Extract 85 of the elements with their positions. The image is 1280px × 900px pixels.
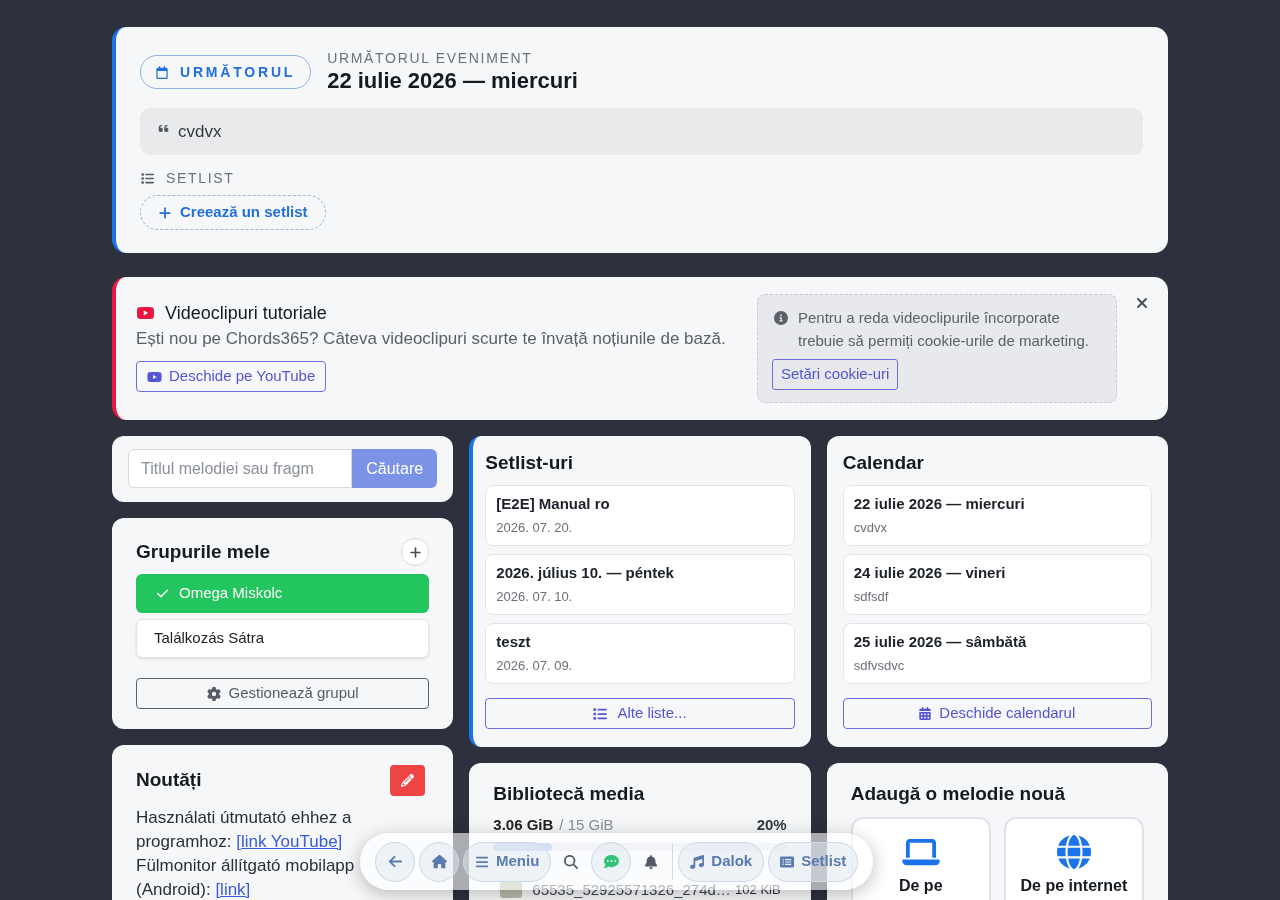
news-paragraph: Használati útmutató ehhez a programhoz: [link YouTube] <box>136 807 353 853</box>
cookie-settings-button[interactable]: Setări cookie-uri <box>772 359 899 390</box>
source-label: De pe <box>898 876 943 896</box>
event-item[interactable]: 22 iulie 2026 — miercuri cvdvx <box>842 485 1152 546</box>
search-icon <box>564 854 579 869</box>
edit-button[interactable] <box>390 765 426 796</box>
file-name: 65535_52925571326_274d… <box>532 881 731 898</box>
calendar-icon <box>156 65 168 79</box>
source-tile[interactable]: De pe <box>850 817 991 900</box>
arrow-left-icon <box>387 854 403 869</box>
setlist-item[interactable]: teszt 2026. 07. 09. <box>485 623 795 684</box>
setlist-date: 2026. 07. 20. <box>496 519 574 537</box>
storage-used: 3.06 GiB <box>493 816 554 834</box>
plus-icon <box>408 545 422 559</box>
video-play-icon <box>136 305 155 321</box>
home-button[interactable] <box>419 841 459 882</box>
cookie-notice-text: Pentru a reda videoclipurile încorporate trebuie să permiți cookie-urile de marketing. <box>798 308 1090 351</box>
setlist-item[interactable]: 2026. július 10. — péntek 2026. 07. 10. <box>485 554 795 615</box>
open-youtube-button[interactable]: Deschide pe YouTube <box>136 361 327 392</box>
file-size: 102 KiB <box>735 881 781 898</box>
event-date: 25 iulie 2026 — sâmbătă <box>853 632 1028 652</box>
globe-icon <box>1056 835 1091 869</box>
list-icon <box>141 171 154 185</box>
manage-group-button[interactable]: Gestionează grupul <box>136 678 430 709</box>
more-lists-button[interactable]: Alte liste... <box>485 698 795 729</box>
status-label: URMĂTORUL <box>180 62 296 82</box>
group-item[interactable]: Találkozás Sátra <box>136 619 430 658</box>
news-paragraph: Fülmonitor állítgató mobilapp (Android): [link] <box>136 855 356 900</box>
setlist-name: 2026. július 10. — péntek <box>496 563 675 583</box>
settings-icon <box>206 686 221 701</box>
pencil-icon <box>401 774 415 787</box>
close-icon <box>1135 295 1149 311</box>
info-icon <box>774 311 788 325</box>
event-item[interactable]: 24 iulie 2026 — vineri sdfsdf <box>842 554 1152 615</box>
quote-icon <box>157 123 170 134</box>
video-play-icon <box>147 369 162 384</box>
groups-title: Grupurile mele <box>136 539 271 564</box>
open-calendar-button[interactable]: Deschide calendarul <box>842 698 1152 729</box>
setlist-date: 2026. 07. 10. <box>496 588 574 606</box>
storage-total: / 15 GiB <box>559 816 614 834</box>
event-date: 24 iulie 2026 — vineri <box>853 563 1007 583</box>
setlist-name: [E2E] Manual ro <box>496 494 611 514</box>
tutorial-title: Videoclipuri tutoriale <box>165 301 327 325</box>
calendar-icon <box>919 707 932 720</box>
bell-icon <box>644 854 659 869</box>
chat-bubble-icon <box>603 854 619 869</box>
section-label: SETLIST <box>166 168 235 188</box>
laptop-icon <box>901 837 940 867</box>
media-title: Bibliotecă media <box>493 782 646 806</box>
music-note-icon <box>690 854 705 869</box>
event-note: cvdvx <box>853 519 888 537</box>
close-button[interactable] <box>1134 295 1150 311</box>
setlist-button[interactable]: Setlist <box>768 841 859 882</box>
add-song-title: Adaugă o melodie nouă <box>850 782 1066 806</box>
event-item[interactable]: 25 iulie 2026 — sâmbătă sdfvsdvc <box>842 623 1152 684</box>
event-caption: URMĂTORUL EVENIMENT <box>327 49 534 67</box>
search-field[interactable]: Titlul melodiei sau fragm <box>128 449 352 488</box>
event-title: 22 iulie 2026 — miercuri <box>327 67 578 95</box>
search-button[interactable]: Căutare <box>352 449 438 488</box>
thumbnail-placeholder <box>500 881 523 898</box>
home-icon <box>431 854 447 869</box>
news-link[interactable]: [link YouTube] <box>236 832 343 851</box>
event-note: cvdvx <box>178 120 222 143</box>
source-tile[interactable]: De pe internet <box>1003 817 1144 900</box>
event-date: 22 iulie 2026 — miercuri <box>853 494 1026 514</box>
source-label: De pe internet <box>1020 876 1128 896</box>
songs-button[interactable]: Dalok <box>678 841 765 882</box>
list-icon <box>780 854 795 869</box>
tutorial-description: Ești nou pe Chords365? Câteva videoclipuri scurte te învață noțiunile de bază. <box>136 328 726 350</box>
menu-icon <box>475 854 489 869</box>
event-note: sdfsdf <box>853 588 890 606</box>
setlist-item[interactable]: [E2E] Manual ro 2026. 07. 20. <box>485 485 795 546</box>
menu-button[interactable]: Meniu <box>463 841 552 882</box>
setlist-name: teszt <box>496 632 532 652</box>
list-icon <box>593 706 608 721</box>
storage-percent: 20% <box>756 816 787 834</box>
setlist-date: 2026. 07. 09. <box>496 657 574 675</box>
event-note: sdfvsdvc <box>853 657 906 675</box>
calendar-title: Calendar <box>842 451 925 475</box>
news-title: Noutăți <box>136 768 202 793</box>
add-group-button[interactable] <box>401 538 430 566</box>
setlists-title: Setlist-uri <box>485 451 574 475</box>
news-link[interactable]: [link] <box>215 880 251 899</box>
plus-icon <box>158 205 172 220</box>
check-icon <box>156 587 169 600</box>
